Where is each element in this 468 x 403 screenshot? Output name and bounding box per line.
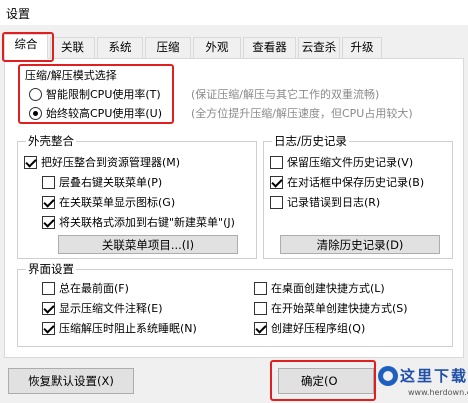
checkbox-indicator: [270, 155, 283, 169]
radio-indicator: [29, 87, 42, 101]
mode-section-title: 压缩/解压模式选择: [25, 69, 117, 82]
ok-button[interactable]: 确定(O: [278, 368, 374, 394]
window-title: 设置: [6, 7, 31, 21]
checkbox-cascade-menu[interactable]: 层叠右键关联菜单(P): [42, 174, 162, 190]
restore-defaults-button[interactable]: 恢复默认设置(X): [8, 368, 134, 394]
watermark: 这里下载 www.herdown.com: [378, 364, 468, 403]
watermark-url: www.herdown.com: [408, 388, 468, 397]
checkbox-indicator: [270, 195, 283, 209]
group-shell-integration: 外壳整合 把好压整合到资源管理器(M) 层叠右键关联菜单(P) 在关联菜单显示图…: [17, 134, 257, 259]
group-title: 日志/历史记录: [272, 134, 349, 148]
checkbox-desktop-shortcut[interactable]: 在桌面创建快捷方式(L): [254, 280, 385, 296]
checkbox-indicator: [42, 175, 55, 189]
clear-history-button[interactable]: 清除历史记录(D): [280, 235, 440, 254]
checkbox-indicator: [254, 321, 267, 335]
checkbox-indicator: [42, 301, 55, 315]
checkbox-prevent-sleep[interactable]: 压缩解压时阻止系统睡眠(N): [42, 320, 197, 336]
checkbox-menu-icons[interactable]: 在关联菜单显示图标(G): [42, 194, 175, 210]
group-log-history: 日志/历史记录 保留压缩文件历史记录(V) 在对话框中保存历史记录(B) 记录错…: [263, 134, 453, 259]
tab-upgrade[interactable]: 升级: [342, 37, 382, 58]
group-ui-settings: 界面设置 总在最前面(F) 在桌面创建快捷方式(L) 显示压缩文件注释(E) 在…: [17, 262, 453, 347]
checkbox-start-menu-shortcut[interactable]: 在开始菜单创建快捷方式(S): [254, 300, 408, 316]
tab-association[interactable]: 关联: [50, 37, 95, 58]
checkbox-always-on-top[interactable]: 总在最前面(F): [42, 280, 129, 296]
checkbox-integrate-explorer[interactable]: 把好压整合到资源管理器(M): [24, 154, 180, 170]
tab-appearance[interactable]: 外观: [193, 37, 241, 58]
checkbox-error-log[interactable]: 记录错误到日志(R): [270, 194, 380, 210]
checkbox-program-group[interactable]: 创建好压程序组(Q): [254, 320, 365, 336]
radio-high-cpu[interactable]: 始终较高CPU使用率(U): [29, 105, 162, 121]
tab-cloud-scan[interactable]: 云查杀: [298, 37, 340, 58]
tab-bar: 综合 关联 系统 压缩 外观 查看器 云查杀 升级: [0, 34, 468, 59]
checkbox-keep-history[interactable]: 保留压缩文件历史记录(V): [270, 154, 413, 170]
context-menu-items-button[interactable]: 关联菜单项目...(I): [58, 235, 238, 254]
checkbox-indicator: [270, 175, 283, 189]
title-bar: 设置: [0, 0, 468, 25]
checkbox-indicator: [42, 281, 55, 295]
checkbox-indicator: [254, 281, 267, 295]
checkbox-indicator: [42, 195, 55, 209]
checkbox-indicator: [42, 321, 55, 335]
watermark-logo-icon: [378, 366, 398, 386]
radio-high-cpu-hint: (全方位提升压缩/解压速度，但CPU占用较大): [191, 107, 413, 120]
checkbox-new-menu[interactable]: 将关联格式添加到右键"新建菜单"(J): [42, 214, 235, 230]
tab-general[interactable]: 综合: [4, 34, 48, 59]
group-title: 外壳整合: [26, 134, 76, 148]
checkbox-indicator: [24, 155, 37, 169]
group-title: 界面设置: [26, 262, 76, 276]
checkbox-indicator: [42, 215, 55, 229]
checkbox-dialog-history[interactable]: 在对话框中保存历史记录(B): [270, 174, 424, 190]
checkbox-show-comment[interactable]: 显示压缩文件注释(E): [42, 300, 163, 316]
settings-panel: 压缩/解压模式选择 智能限制CPU使用率(T) (保证压缩/解压与其它工作的双重…: [4, 58, 464, 358]
tab-compress[interactable]: 压缩: [145, 37, 191, 58]
radio-smart-cpu-hint: (保证压缩/解压与其它工作的双重流畅): [191, 88, 380, 101]
radio-smart-cpu[interactable]: 智能限制CPU使用率(T): [29, 86, 161, 102]
watermark-text: 这里下载: [400, 367, 468, 385]
checkbox-indicator: [254, 301, 267, 315]
tab-viewer[interactable]: 查看器: [243, 37, 296, 58]
radio-indicator: [29, 106, 42, 120]
tab-system[interactable]: 系统: [97, 37, 143, 58]
